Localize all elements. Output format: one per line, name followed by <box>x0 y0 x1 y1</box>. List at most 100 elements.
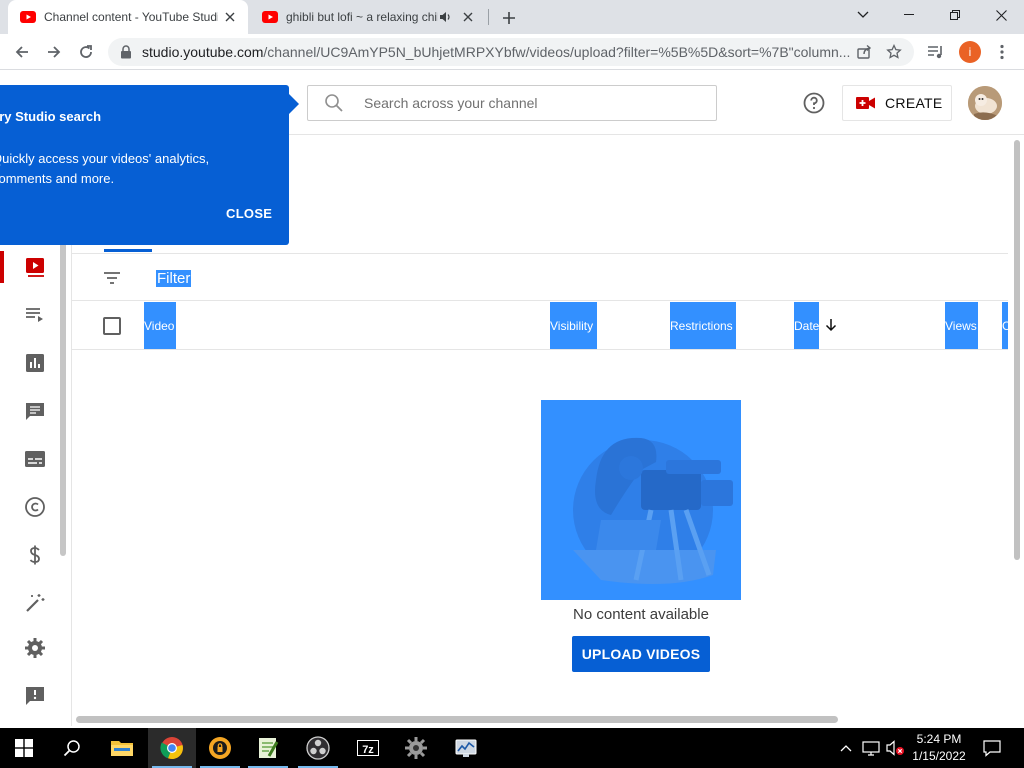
taskbar-7zip[interactable]: 7z <box>344 728 392 768</box>
tooltip-title: Try Studio search <box>0 109 102 124</box>
dollar-icon <box>29 545 40 565</box>
comments-icon <box>26 403 44 420</box>
tab-search-chevron-icon[interactable] <box>840 0 886 30</box>
horizontal-scrollbar[interactable] <box>76 716 838 723</box>
youtube-favicon-icon <box>20 9 36 25</box>
vertical-scrollbar[interactable] <box>1014 140 1020 560</box>
address-bar[interactable]: studio.youtube.com/channel/UC9AmYP5N_bUh… <box>108 38 914 66</box>
start-button[interactable] <box>0 728 48 768</box>
lock-icon[interactable] <box>120 45 132 59</box>
column-header-comments[interactable]: C <box>1002 302 1008 349</box>
video-camera-plus-icon <box>856 96 876 110</box>
gear-icon <box>25 638 45 658</box>
taskbar-clock[interactable]: 5:24 PM 1/15/2022 <box>906 731 972 765</box>
sidebar-item-settings[interactable] <box>0 624 70 672</box>
column-header-restrictions[interactable]: Restrictions <box>670 302 736 349</box>
taskbar-vpn[interactable] <box>196 728 244 768</box>
filter-bar: Filter <box>72 253 1008 301</box>
tab-close-icon[interactable] <box>460 9 476 25</box>
taskbar-obs[interactable] <box>294 728 342 768</box>
studio-search-tooltip: Try Studio search Quickly access your vi… <box>0 85 289 245</box>
share-icon[interactable] <box>854 42 874 62</box>
copyright-icon <box>25 497 45 517</box>
table-header: Video Visibility Restrictions Date Views… <box>72 302 1008 350</box>
new-tab-button[interactable] <box>498 7 520 29</box>
column-header-date[interactable]: Date <box>794 302 819 349</box>
search-icon <box>63 740 80 757</box>
select-all-checkbox[interactable] <box>103 317 121 335</box>
url-path: /channel/UC9AmYP5N_bUhjetMRPXYbfw/videos… <box>263 44 851 60</box>
create-label: CREATE <box>885 95 943 111</box>
profile-avatar[interactable]: i <box>959 41 981 63</box>
close-window-button[interactable] <box>978 0 1024 30</box>
youtube-favicon-icon <box>262 9 278 25</box>
forward-button[interactable] <box>42 40 66 64</box>
clock-date: 1/15/2022 <box>912 749 966 763</box>
column-header-video[interactable]: Video <box>144 302 176 349</box>
sort-arrow-down-icon[interactable] <box>824 318 838 332</box>
folder-icon <box>111 741 133 756</box>
tray-chevron-up-icon[interactable] <box>838 728 854 768</box>
create-button[interactable]: CREATE <box>842 85 952 121</box>
restore-button[interactable] <box>932 0 978 30</box>
filter-input[interactable]: Filter <box>156 270 192 287</box>
shield-lock-icon <box>209 737 231 759</box>
windows-logo-icon <box>15 739 33 757</box>
sidebar-item-feedback[interactable] <box>0 672 70 720</box>
magic-wand-icon <box>26 594 45 612</box>
clock-time: 5:24 PM <box>916 732 962 746</box>
taskbar-file-explorer[interactable] <box>98 728 146 768</box>
empty-state-illustration <box>541 400 741 600</box>
notepad-plus-icon <box>259 738 279 758</box>
bookmark-star-icon[interactable] <box>884 42 904 62</box>
filter-icon[interactable] <box>102 268 122 288</box>
url-host: studio.youtube.com <box>142 44 264 60</box>
chrome-icon <box>160 737 183 760</box>
svg-text:7z: 7z <box>362 744 374 756</box>
tooltip-body-line: comments and more. <box>0 171 115 186</box>
playlist-icon <box>26 308 43 322</box>
windows-taskbar: 7z 5:24 PM 1/15/2022 <box>0 728 1024 768</box>
tooltip-close-button[interactable]: CLOSE <box>226 206 272 221</box>
feedback-icon <box>26 687 44 705</box>
active-tab-indicator <box>104 249 152 252</box>
media-control-icon[interactable] <box>926 42 946 62</box>
back-button[interactable] <box>10 40 34 64</box>
taskbar-monitor-app[interactable] <box>442 728 490 768</box>
taskbar-search-button[interactable] <box>48 728 96 768</box>
tooltip-arrow <box>289 94 299 114</box>
speaker-icon[interactable] <box>438 10 452 24</box>
network-icon[interactable] <box>860 728 882 768</box>
tab-separator <box>488 9 489 25</box>
volume-muted-icon[interactable] <box>884 728 906 768</box>
analytics-icon <box>26 354 44 372</box>
tab-close-icon[interactable] <box>222 9 238 25</box>
studio-search-input[interactable]: Search across your channel <box>307 85 717 121</box>
subtitles-icon <box>25 451 45 467</box>
column-header-visibility[interactable]: Visibility <box>550 302 597 349</box>
reload-button[interactable] <box>74 40 98 64</box>
help-icon[interactable] <box>802 91 826 115</box>
sidebar-item-customization[interactable] <box>0 579 70 627</box>
gear-icon <box>405 737 427 759</box>
notification-center-icon[interactable] <box>980 728 1004 768</box>
taskbar-settings-app[interactable] <box>392 728 440 768</box>
obs-icon <box>306 736 330 760</box>
upload-videos-button[interactable]: UPLOAD VIDEOS <box>572 636 710 672</box>
tooltip-body: Quickly access your videos' analytics, c… <box>0 149 252 189</box>
taskbar-chrome[interactable] <box>148 728 196 768</box>
tab-channel-content[interactable]: Channel content - YouTube Studio <box>8 0 248 34</box>
taskbar-editor[interactable] <box>244 728 292 768</box>
tab-title: Channel content - YouTube Studio <box>44 10 218 24</box>
url-text: studio.youtube.com/channel/UC9AmYP5N_bUh… <box>142 44 854 60</box>
7zip-icon: 7z <box>357 740 379 756</box>
browser-tab-strip: Channel content - YouTube Studio ghibli … <box>0 0 1024 34</box>
tab-ghibli-lofi[interactable]: ghibli but lofi ~ a relaxing chill <box>250 0 486 34</box>
more-menu-icon[interactable] <box>992 42 1012 62</box>
column-header-views[interactable]: Views <box>945 302 978 349</box>
search-placeholder: Search across your channel <box>364 95 538 111</box>
tooltip-body-line: Quickly access your videos' analytics, <box>0 151 210 166</box>
channel-avatar[interactable] <box>968 86 1002 120</box>
search-icon <box>324 93 344 113</box>
minimize-button[interactable] <box>886 0 932 30</box>
